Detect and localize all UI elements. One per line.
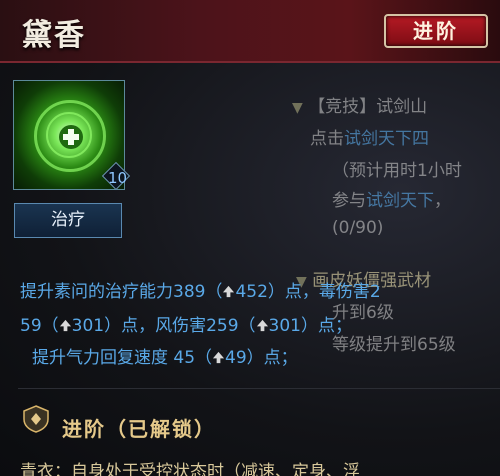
header-bar: 黛香 进阶 bbox=[0, 0, 500, 63]
description-line: 提升素问的治疗能力389（ 452）点，毒伤害2 bbox=[20, 282, 381, 302]
quest-link[interactable]: 试剑天下四 bbox=[344, 129, 429, 149]
quest-progress: (0/90) bbox=[332, 218, 384, 238]
page-title: 黛香 bbox=[22, 18, 86, 53]
arrow-up-icon bbox=[223, 285, 235, 298]
chevron-down-icon: ▼ bbox=[292, 100, 303, 116]
quest-title: 【竞技】试剑山 bbox=[308, 97, 428, 117]
skill-detail-panel: 黛香 进阶 10 治疗 ▼ 【竞技】试剑山 点击试剑天下四 （预计用时1小时 参… bbox=[0, 0, 500, 476]
quest-time: （预计用时1小时 bbox=[332, 161, 462, 181]
description-line: 提升气力回复速度 45（ 49）点； bbox=[32, 348, 298, 368]
heal-button[interactable]: 治疗 bbox=[14, 203, 122, 238]
level-badge: 10 bbox=[100, 161, 134, 191]
quest-link-2[interactable]: 试剑天下 bbox=[366, 191, 434, 211]
shield-icon bbox=[23, 405, 49, 433]
arrow-up-icon bbox=[59, 319, 71, 332]
divider bbox=[18, 388, 500, 389]
arrow-up-icon bbox=[212, 351, 225, 364]
section-title: 进阶（已解锁） bbox=[62, 417, 216, 441]
advance-description: 青衣：自身处于受控状态时（减速、定身、浮 bbox=[20, 462, 360, 476]
description-line: 59（ 301）点，风伤害259（ 301）点； bbox=[20, 316, 352, 336]
advance-button[interactable]: 进阶 bbox=[384, 14, 488, 48]
plus-icon bbox=[59, 125, 83, 149]
skill-level: 10 bbox=[108, 169, 128, 187]
arrow-up-icon bbox=[256, 319, 268, 332]
